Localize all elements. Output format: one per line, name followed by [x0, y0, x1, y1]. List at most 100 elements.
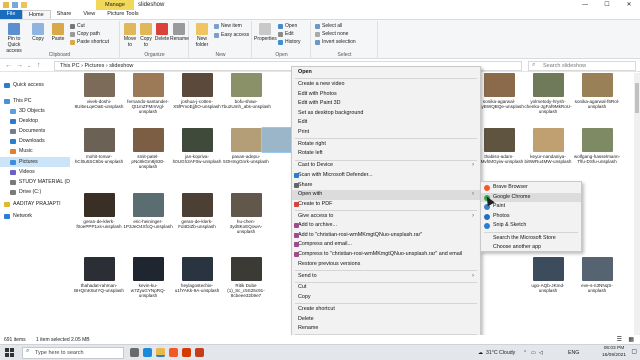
- forward-arrow-icon[interactable]: →: [16, 62, 23, 70]
- file-name[interactable]: Ritik Dube (1)_8c_c5S25c91-8cbeee32b9e7: [221, 283, 271, 299]
- file-name[interactable]: keyur-nandaniya-bi9WRu4MW-unsplash: [523, 154, 573, 170]
- nav-item[interactable]: This PC: [0, 96, 70, 106]
- open-with-item[interactable]: Search the Microsoft Store: [481, 234, 581, 244]
- image-thumbnail[interactable]: [582, 73, 613, 97]
- history-button[interactable]: History: [278, 39, 301, 46]
- taskbar-search-input[interactable]: Type here to search: [22, 347, 124, 359]
- open-button[interactable]: Open: [278, 23, 297, 30]
- edit-button[interactable]: Edit: [278, 31, 294, 38]
- context-menu-item[interactable]: Rotate left: [292, 149, 480, 159]
- image-thumbnail[interactable]: [231, 73, 262, 97]
- image-thumbnail[interactable]: [84, 193, 115, 217]
- close-button[interactable]: ✕: [618, 0, 640, 10]
- tab-picture-tools[interactable]: Picture Tools: [101, 10, 144, 19]
- tab-view[interactable]: View: [77, 10, 101, 19]
- nav-item[interactable]: Network: [0, 211, 70, 221]
- file-name[interactable]: smit-patel-pNc8kGm8j930-unsplash: [123, 154, 173, 170]
- file-name[interactable]: geran-de-klerk-f0oePPP1xs-unsplash: [74, 219, 124, 235]
- image-thumbnail[interactable]: [484, 128, 515, 152]
- minimize-button[interactable]: —: [574, 0, 596, 10]
- copy-to-button[interactable]: Copy to: [138, 23, 154, 48]
- network-icon[interactable]: ▭: [531, 345, 536, 360]
- image-thumbnail[interactable]: [533, 128, 564, 152]
- context-menu-item[interactable]: Set as desktop background: [292, 109, 480, 119]
- selected-image-thumbnail[interactable]: [261, 127, 293, 153]
- file-name[interactable]: eric-heininger-1P3JeO4XfcQ-unsplash: [123, 219, 173, 235]
- context-menu-item[interactable]: Add to "christian-rosi-wmMKmgtQNuo-unspl…: [292, 231, 480, 241]
- task-view-icon[interactable]: [130, 348, 139, 357]
- tab-share[interactable]: Share: [51, 10, 78, 19]
- nav-item[interactable]: Music: [0, 146, 70, 156]
- context-menu-item[interactable]: Rotate right: [292, 140, 480, 150]
- nav-item[interactable]: Drive (C:): [0, 187, 70, 197]
- tab-home[interactable]: Home: [22, 9, 51, 20]
- image-thumbnail[interactable]: [582, 128, 613, 152]
- context-menu-item[interactable]: Share: [292, 181, 480, 191]
- select-all-button[interactable]: Select all: [315, 23, 342, 30]
- invert-selection-button[interactable]: Invert selection: [315, 39, 356, 46]
- image-thumbnail[interactable]: [533, 73, 564, 97]
- context-menu-item[interactable]: Open with ›: [292, 190, 480, 200]
- image-thumbnail[interactable]: [182, 73, 213, 97]
- nav-item[interactable]: Downloads: [0, 136, 70, 146]
- file-name[interactable]: heylagostechie-u1fYAKk-9A-unsplash: [172, 283, 222, 299]
- image-thumbnail[interactable]: [582, 257, 613, 281]
- context-menu-item[interactable]: Add to archive...: [292, 221, 480, 231]
- recent-locations-icon[interactable]: ⌄: [27, 62, 31, 70]
- context-menu-item[interactable]: Restore previous versions: [292, 260, 480, 270]
- image-thumbnail[interactable]: [182, 193, 213, 217]
- open-with-item[interactable]: Snip & Sketch: [481, 221, 581, 231]
- vertical-scrollbar[interactable]: [634, 73, 640, 335]
- context-menu-item[interactable]: Copy: [292, 293, 480, 303]
- copy-button[interactable]: Copy: [28, 23, 48, 42]
- nav-item[interactable]: AADITAY PRAJAPTI: [0, 199, 70, 209]
- file-explorer-icon[interactable]: [156, 348, 165, 357]
- image-thumbnail[interactable]: [231, 128, 262, 152]
- new-folder-button[interactable]: New folder: [192, 23, 212, 48]
- file-name[interactable]: jan-kopriva-h0UGh3AF0w-unsplash: [172, 154, 222, 170]
- select-none-button[interactable]: Select none: [315, 31, 348, 38]
- context-menu-item[interactable]: Compress and email...: [292, 240, 480, 250]
- image-thumbnail[interactable]: [533, 257, 564, 281]
- move-to-button[interactable]: Move to: [122, 23, 138, 48]
- image-thumbnail[interactable]: [133, 73, 164, 97]
- easy-access-button[interactable]: Easy access: [214, 32, 249, 39]
- context-menu-item[interactable]: Create a new video: [292, 80, 480, 90]
- open-with-item[interactable]: Choose another app: [481, 243, 581, 253]
- context-menu-item[interactable]: Edit: [292, 118, 480, 128]
- file-name[interactable]: thahadat-rahman-BHQmK8uIYQ-unsplash: [74, 283, 124, 299]
- weather-icon[interactable]: ☁: [478, 345, 483, 360]
- file-name[interactable]: sonika-agarwal-1pcyBWQBQe-unsplash: [474, 99, 524, 115]
- file-name[interactable]: vivek-doshi-8Ui5eLqeOaE-unsplash: [74, 99, 124, 115]
- context-menu-item[interactable]: Compress to "christian-rosi-wmMKmgtQNuo-…: [292, 250, 480, 260]
- tray-overflow-icon[interactable]: ⌃: [523, 345, 527, 360]
- image-thumbnail[interactable]: [133, 257, 164, 281]
- properties-button[interactable]: Properties: [254, 23, 277, 42]
- open-with-item[interactable]: Google Chrome: [481, 192, 581, 202]
- context-menu-item[interactable]: Print: [292, 128, 480, 138]
- file-name[interactable]: ugo-AQb-JKmd-unsplash: [523, 283, 573, 299]
- image-thumbnail[interactable]: [231, 193, 262, 217]
- up-arrow-icon[interactable]: ↑: [37, 62, 41, 70]
- file-name[interactable]: thabiso-adam-TwMvhMGyiw-unsplash: [474, 154, 524, 170]
- search-input[interactable]: Search slideshow: [528, 61, 636, 71]
- copy-path-button[interactable]: Copy path: [70, 31, 100, 38]
- image-thumbnail[interactable]: [133, 193, 164, 217]
- clock[interactable]: 06:03 PM 16/09/2021: [602, 346, 626, 359]
- image-thumbnail[interactable]: [133, 128, 164, 152]
- edge-icon[interactable]: [143, 348, 152, 357]
- pin-quick-access-button[interactable]: Pin to Quick access: [2, 23, 26, 54]
- new-item-button[interactable]: New item: [214, 23, 242, 30]
- windows-start-icon[interactable]: [5, 348, 15, 358]
- context-menu-item[interactable]: Cut: [292, 283, 480, 293]
- context-menu-item[interactable]: Cast to Device ›: [292, 161, 480, 171]
- context-menu-item[interactable]: Scan with Microsoft Defender...: [292, 171, 480, 181]
- maximize-button[interactable]: ☐: [596, 0, 618, 10]
- manage-tab[interactable]: Manage: [96, 0, 134, 10]
- file-name[interactable]: bofu-shaw-7bu2Umh_abs-unsplash: [221, 99, 271, 115]
- file-name[interactable]: fernando-santander-Qt1mZFMmVgl-unsplash: [123, 99, 173, 115]
- context-menu-item[interactable]: Give access to ›: [292, 212, 480, 222]
- file-name[interactable]: hu-chen-3yd8KoEQowA-unsplash: [221, 219, 271, 235]
- context-menu-item[interactable]: Edit with Photos: [292, 90, 480, 100]
- cut-button[interactable]: Cut: [70, 23, 85, 30]
